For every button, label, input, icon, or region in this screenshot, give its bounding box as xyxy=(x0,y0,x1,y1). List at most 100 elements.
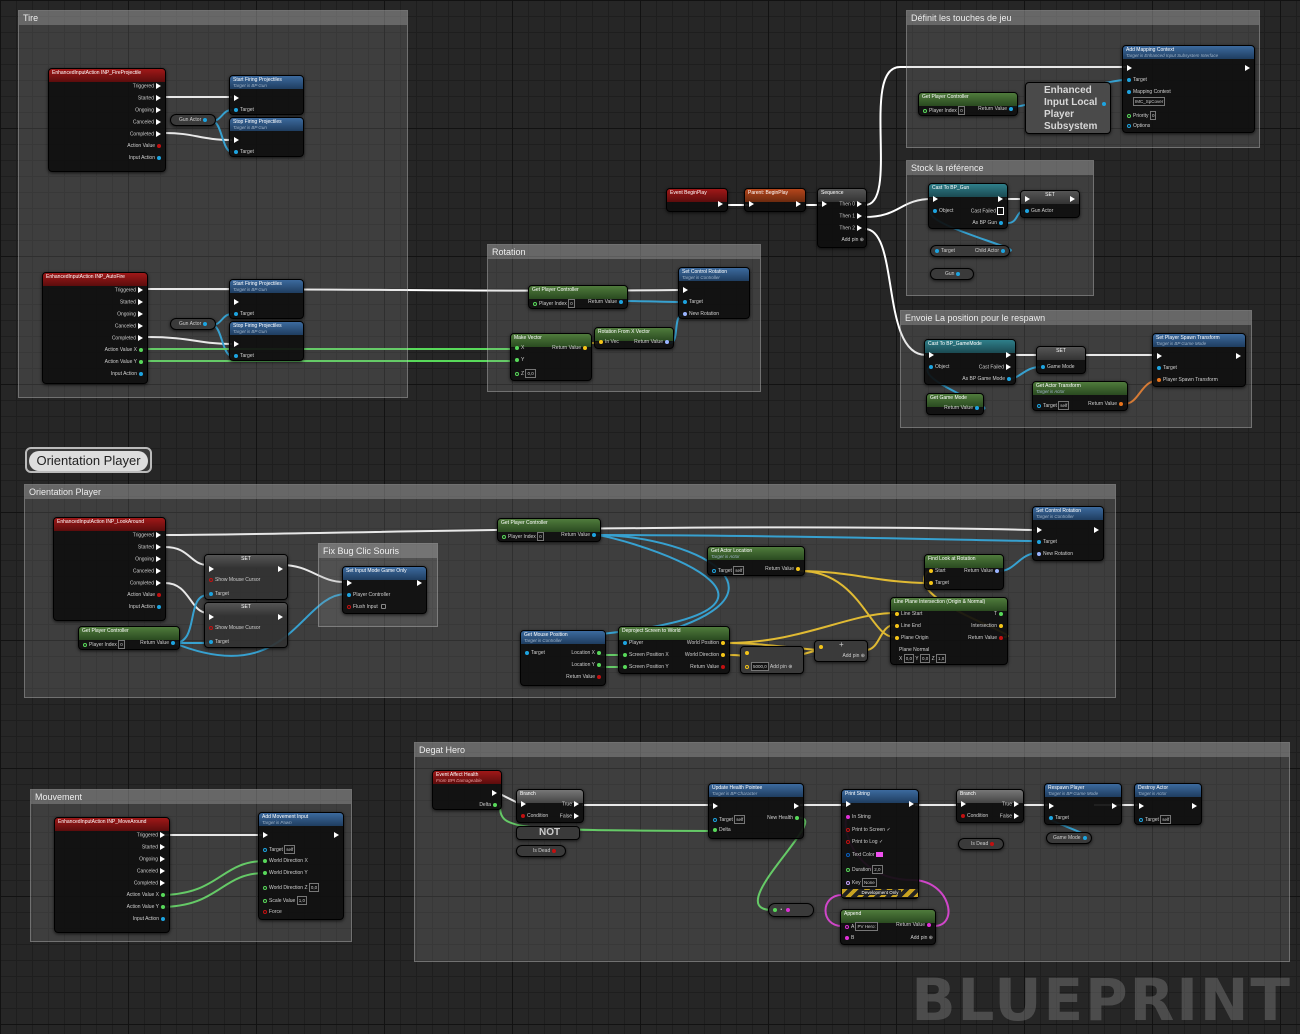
bool-pin-icon[interactable] xyxy=(597,674,601,679)
node-cast-to-gun[interactable]: Cast To BP_Gun Object Cast Failed As BP … xyxy=(928,183,1008,229)
exec-pin-icon[interactable] xyxy=(278,566,283,572)
player-index-field[interactable]: 0 xyxy=(958,106,965,115)
exec-pin-icon[interactable] xyxy=(263,832,268,838)
exec-pin-icon[interactable] xyxy=(1112,803,1117,809)
exec-pin-icon[interactable] xyxy=(492,790,497,796)
float-pin-icon[interactable] xyxy=(263,870,267,875)
node-input-lookaround[interactable]: EnhancedInputAction INP_LookAround Trigg… xyxy=(53,517,166,621)
node-stop-firing-2[interactable]: Stop Firing Projectiles Target is BP Gun … xyxy=(229,321,304,361)
float-pin-icon[interactable] xyxy=(623,664,627,669)
vector-pin-icon[interactable] xyxy=(929,580,933,585)
exec-pin-icon[interactable] xyxy=(156,580,161,586)
object-pin-icon[interactable] xyxy=(347,592,351,597)
node-get-player-controller[interactable]: Get Player Controller Player Index 0 Ret… xyxy=(528,285,628,309)
object-pin-icon[interactable] xyxy=(1082,835,1087,840)
object-pin-icon[interactable] xyxy=(935,248,939,253)
rotator-pin-icon[interactable] xyxy=(683,311,687,316)
object-pin-icon[interactable] xyxy=(234,353,238,358)
bool-pin-icon[interactable] xyxy=(961,813,965,818)
float-pin-icon[interactable] xyxy=(773,907,777,912)
node-set-gun-actor[interactable]: SET Gun Actor xyxy=(1020,190,1080,218)
object-pin-icon[interactable] xyxy=(234,311,238,316)
exec-pin-icon[interactable] xyxy=(929,352,934,358)
node-get-game-mode[interactable]: Get Game Mode Return Value xyxy=(926,393,984,415)
float-pin-icon[interactable] xyxy=(139,347,143,352)
exec-pin-icon[interactable] xyxy=(160,880,165,886)
float-pin-icon[interactable] xyxy=(623,652,627,657)
node-event-beginplay[interactable]: Event BeginPlay xyxy=(666,188,728,212)
exec-pin-icon[interactable] xyxy=(749,201,754,207)
vector-pin-icon[interactable] xyxy=(819,644,823,649)
node-conv-float-string[interactable]: • xyxy=(768,903,814,917)
vector-pin-icon[interactable] xyxy=(796,566,800,571)
vector-pin-icon[interactable] xyxy=(745,650,749,655)
node-gun-actor-2[interactable]: Gun Actor xyxy=(170,318,216,330)
exec-pin-icon[interactable] xyxy=(1025,196,1030,202)
node-set-input-mode[interactable]: Set Input Mode Game Only Player Controll… xyxy=(342,566,427,614)
object-pin-icon[interactable] xyxy=(1001,248,1005,253)
string-pin-icon[interactable] xyxy=(846,814,850,819)
node-append[interactable]: Append A PV Hero: B Return Value Add pin… xyxy=(840,909,936,945)
transform-pin-icon[interactable] xyxy=(1157,377,1161,382)
object-pin-icon[interactable] xyxy=(263,847,267,852)
vector-pin-icon[interactable] xyxy=(721,640,725,645)
exec-pin-icon[interactable] xyxy=(234,341,239,347)
bool-pin-icon[interactable] xyxy=(157,143,161,148)
node-destroy-actor[interactable]: Destroy Actor Target is Actor Target self xyxy=(1134,783,1202,825)
float-pin-icon[interactable] xyxy=(161,892,165,897)
node-is-dead-2[interactable]: Is Dead xyxy=(958,838,1004,850)
node-not[interactable]: NOT xyxy=(516,826,580,840)
float-pin-icon[interactable] xyxy=(515,371,519,376)
exec-pin-icon[interactable] xyxy=(857,225,862,231)
object-pin-icon[interactable] xyxy=(683,299,687,304)
exec-pin-icon[interactable] xyxy=(1070,196,1075,202)
string-pin-icon[interactable] xyxy=(927,922,931,927)
node-get-player-controller-3[interactable]: Get Player Controller Player Index 0 Ret… xyxy=(78,626,180,650)
node-add-mapping-context[interactable]: Add Mapping Context Target is Enhanced In… xyxy=(1122,45,1255,133)
node-multiply[interactable]: 5000,0 Add pin ⊕ xyxy=(740,646,804,674)
float-pin-icon[interactable] xyxy=(263,885,267,890)
exec-pin-icon[interactable] xyxy=(1236,353,1241,359)
exec-pin-icon[interactable] xyxy=(138,323,143,329)
object-pin-icon[interactable] xyxy=(1127,77,1131,82)
self-field[interactable]: self xyxy=(734,815,746,824)
exec-pin-icon[interactable] xyxy=(933,196,938,202)
exec-pin-icon[interactable] xyxy=(1192,803,1197,809)
float-pin-icon[interactable] xyxy=(515,345,519,350)
object-pin-icon[interactable] xyxy=(713,817,717,822)
float-pin-icon[interactable] xyxy=(263,898,267,903)
struct-pin-icon[interactable] xyxy=(846,852,850,857)
node-parent-beginplay[interactable]: Parent: BeginPlay xyxy=(744,188,806,212)
object-pin-icon[interactable] xyxy=(157,155,161,160)
exec-pin-icon[interactable] xyxy=(846,801,851,807)
float-pin-icon[interactable] xyxy=(597,662,601,667)
bool-pin-icon[interactable] xyxy=(721,664,725,669)
exec-pin-icon[interactable] xyxy=(156,568,161,574)
self-field[interactable]: self xyxy=(733,566,745,575)
exec-pin-icon[interactable] xyxy=(574,813,579,819)
object-pin-icon[interactable] xyxy=(619,299,623,304)
add-pin-label[interactable]: Add pin xyxy=(770,664,787,670)
float-pin-icon[interactable] xyxy=(999,611,1003,616)
exec-pin-icon[interactable] xyxy=(998,196,1003,202)
exec-pin-icon[interactable] xyxy=(156,119,161,125)
exec-pin-icon[interactable] xyxy=(713,803,718,809)
node-input-fire[interactable]: EnhancedInputAction INP_FireProjectile T… xyxy=(48,68,166,172)
object-pin-icon[interactable] xyxy=(234,149,238,154)
node-get-actor-location[interactable]: Get Actor Location Target is Actor Target… xyxy=(707,546,805,576)
self-field[interactable]: self xyxy=(284,845,296,854)
bool-pin-icon[interactable] xyxy=(846,839,850,844)
vector-pin-icon[interactable] xyxy=(895,611,899,616)
node-stop-firing[interactable]: Stop Firing Projectiles Target is BP Gun … xyxy=(229,117,304,157)
vector-pin-icon[interactable] xyxy=(583,345,587,350)
bool-pin-icon[interactable] xyxy=(263,909,267,914)
object-pin-icon[interactable] xyxy=(592,532,596,537)
node-get-player-controller-2[interactable]: Get Player Controller Player Index 0 Ret… xyxy=(918,92,1018,116)
world-dir-z-field[interactable]: 0,0 xyxy=(308,883,320,892)
struct-pin-icon[interactable] xyxy=(1127,123,1131,128)
string-pin-icon[interactable] xyxy=(785,907,790,912)
object-pin-icon[interactable] xyxy=(1025,208,1029,213)
object-pin-icon[interactable] xyxy=(1037,403,1041,408)
float-pin-icon[interactable] xyxy=(846,867,850,872)
exec-pin-icon[interactable] xyxy=(209,614,214,620)
